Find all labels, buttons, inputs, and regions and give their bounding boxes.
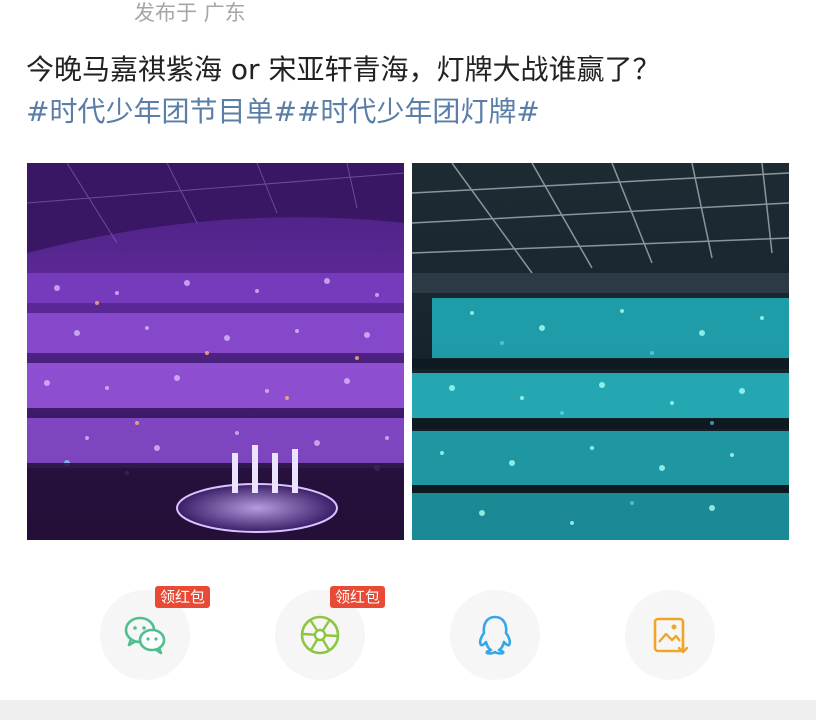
post-location: 发布于 广东	[134, 1, 246, 25]
share-moments-button[interactable]: 领红包	[275, 586, 386, 680]
blue-concert-image	[412, 163, 789, 540]
share-wechat-button[interactable]: 领红包	[100, 586, 211, 680]
hashtag-line: #时代少年团节目单##时代少年团灯牌#	[26, 94, 540, 130]
blue-light-sea-photo[interactable]	[412, 163, 789, 540]
purple-concert-image	[27, 163, 404, 540]
save-image-icon	[653, 617, 689, 654]
qq-penguin-icon	[478, 615, 512, 655]
post-title: 今晚马嘉祺紫海 or 宋亚轩青海，灯牌大战谁赢了？	[26, 53, 661, 86]
save-image-button[interactable]	[625, 590, 715, 680]
share-bar: 领红包 领红包	[0, 586, 816, 680]
red-packet-badge: 领红包	[155, 586, 211, 608]
hashtag-program[interactable]: #时代少年团节目单#	[26, 95, 297, 128]
red-packet-badge: 领红包	[330, 586, 386, 608]
purple-light-sea-photo[interactable]	[27, 163, 404, 540]
moments-shutter-icon	[300, 615, 340, 655]
wechat-icon	[124, 616, 166, 655]
bottom-divider	[0, 700, 816, 720]
share-qq-button[interactable]	[450, 590, 540, 680]
hashtag-lightboard[interactable]: #时代少年团灯牌#	[297, 95, 540, 128]
